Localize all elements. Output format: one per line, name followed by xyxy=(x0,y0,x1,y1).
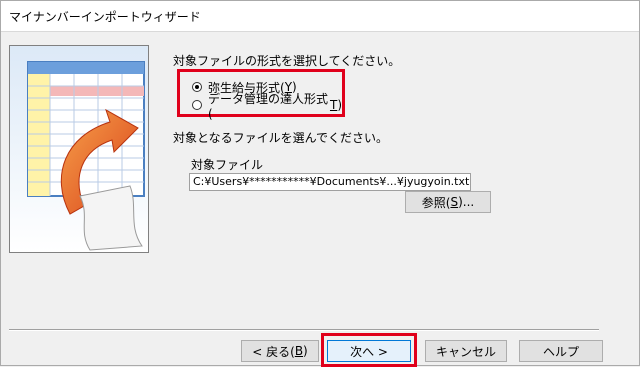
window-title: マイナンバーインポートウィザード xyxy=(9,10,201,24)
radio-label-suffix: ) xyxy=(337,98,342,112)
footer-separator xyxy=(9,329,599,331)
file-path-field[interactable]: C:¥Users¥***********¥Documents¥...¥jyugy… xyxy=(189,173,471,191)
wizard-illustration xyxy=(9,45,149,253)
browse-label: 参照( xyxy=(421,195,451,210)
browse-button[interactable]: 参照(S)... xyxy=(405,191,491,213)
radio-tatsujin-format[interactable]: データ管理の達人形式(T) xyxy=(192,92,342,121)
mnemonic: S xyxy=(450,195,459,209)
next-label: 次へ > xyxy=(350,344,388,359)
import-wizard-window: マイナンバーインポートウィザード 対象ファイルの形式を選択してください。 弥生給… xyxy=(0,0,640,367)
file-prompt: 対象となるファイルを選んでください。 xyxy=(173,131,389,145)
cancel-button[interactable]: キャンセル xyxy=(425,340,507,362)
back-label-suffix: ) xyxy=(303,344,308,358)
cancel-label: キャンセル xyxy=(435,344,496,359)
back-button[interactable]: < 戻る(B) xyxy=(241,340,319,362)
next-button[interactable]: 次へ > xyxy=(327,340,411,362)
title-bar[interactable]: マイナンバーインポートウィザード xyxy=(1,1,639,32)
mnemonic: T xyxy=(329,98,338,112)
format-prompt: 対象ファイルの形式を選択してください。 xyxy=(173,54,401,68)
radio-label: データ管理の達人形式( xyxy=(208,91,329,121)
help-label: ヘルプ xyxy=(542,344,579,359)
format-option-group: 弥生給与形式(Y) データ管理の達人形式(T) xyxy=(177,69,345,121)
browse-label-suffix: )... xyxy=(458,195,475,209)
back-label: < 戻る( xyxy=(252,344,295,359)
file-label: 対象ファイル xyxy=(191,158,264,172)
radio-dot xyxy=(192,100,202,110)
radio-dot-selected xyxy=(192,82,202,92)
help-button[interactable]: ヘルプ xyxy=(519,340,603,362)
mnemonic: B xyxy=(294,344,304,358)
spreadsheet-import-icon xyxy=(10,46,148,252)
